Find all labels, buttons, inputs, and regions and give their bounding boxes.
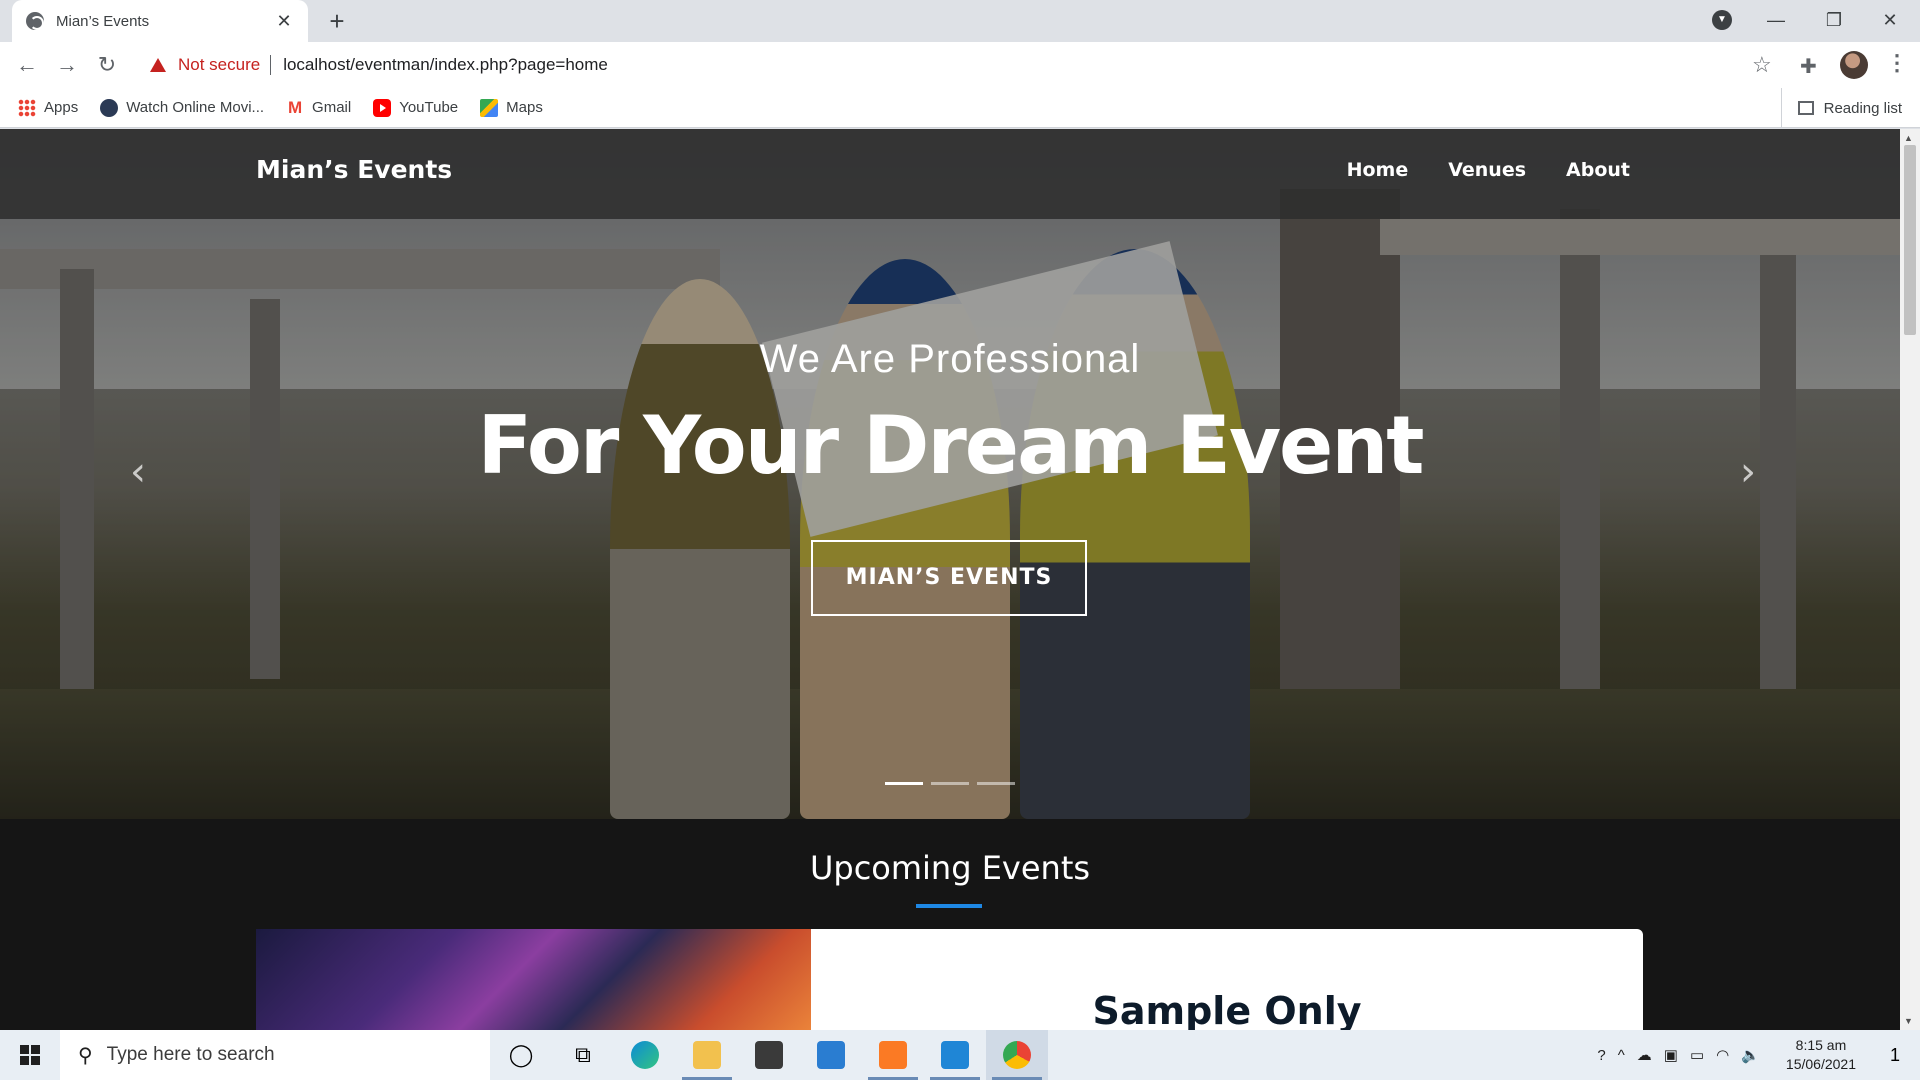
vscode-icon[interactable] bbox=[924, 1030, 986, 1080]
wifi-icon[interactable]: ◠ bbox=[1716, 1046, 1729, 1064]
browser-menu-icon[interactable]: ⋮ bbox=[1886, 50, 1908, 76]
bookmark-youtube[interactable]: YouTube bbox=[373, 98, 459, 117]
start-button[interactable] bbox=[0, 1030, 60, 1080]
task-view-icon[interactable]: ⧉ bbox=[552, 1030, 614, 1080]
taskbar-search-placeholder: Type here to search bbox=[106, 1044, 275, 1065]
hero-kicker: We Are Professional bbox=[759, 337, 1141, 381]
carousel-prev-arrow[interactable]: ‹ bbox=[130, 449, 146, 495]
globe-icon bbox=[26, 12, 44, 30]
carousel-indicator[interactable] bbox=[977, 782, 1015, 785]
nav-venues-link[interactable]: Venues bbox=[1448, 159, 1526, 181]
site-brand[interactable]: Mian’s Events bbox=[256, 155, 452, 184]
event-card-image[interactable] bbox=[256, 929, 811, 1030]
bookmark-label: Gmail bbox=[312, 99, 352, 116]
file-explorer-icon[interactable] bbox=[676, 1030, 738, 1080]
nav-about-link[interactable]: About bbox=[1566, 159, 1630, 181]
carousel-next-arrow[interactable]: › bbox=[1740, 449, 1756, 495]
browser-tabstrip: Mian’s Events ✕ + ▼ — ❐ ✕ bbox=[0, 0, 1920, 42]
section-title-underline bbox=[916, 904, 982, 908]
hero-carousel: Mian’s Events Home Venues About We Are P… bbox=[0, 129, 1900, 819]
gmail-icon: M bbox=[287, 97, 303, 117]
youtube-icon bbox=[373, 98, 392, 117]
extensions-icon[interactable]: ✚ bbox=[1800, 54, 1817, 79]
cortana-icon[interactable]: ◯ bbox=[490, 1030, 552, 1080]
clock-date: 15/06/2021 bbox=[1785, 1056, 1856, 1072]
bookmark-label: Watch Online Movi... bbox=[126, 99, 265, 116]
profile-avatar[interactable] bbox=[1840, 51, 1868, 79]
watch-icon bbox=[100, 98, 119, 117]
minimize-button[interactable]: — bbox=[1756, 4, 1796, 36]
taskbar-clock[interactable]: 8:15 am 15/06/2021 bbox=[1786, 1036, 1856, 1074]
windows-logo-icon bbox=[20, 1045, 40, 1065]
windows-taskbar: ⚲ Type here to search ◯ ⧉ ? ^ ☁ ▣ ▭ ◠ 🔈 … bbox=[0, 1030, 1920, 1080]
notification-count: 1 bbox=[1889, 1044, 1900, 1065]
back-button[interactable]: ← bbox=[12, 50, 42, 80]
search-icon: ⚲ bbox=[78, 1044, 93, 1067]
help-icon[interactable]: ? bbox=[1597, 1047, 1605, 1064]
tab-close-button[interactable]: ✕ bbox=[274, 11, 294, 32]
scrollbar-thumb[interactable] bbox=[1904, 145, 1916, 335]
bookmark-label: Maps bbox=[506, 99, 543, 116]
reading-list-label: Reading list bbox=[1823, 99, 1902, 117]
bookmark-apps[interactable]: Apps bbox=[18, 98, 79, 117]
bookmark-label: Apps bbox=[44, 99, 79, 116]
address-bar[interactable]: Not secure localhost/eventman/index.php?… bbox=[138, 48, 1778, 82]
tab-title: Mian’s Events bbox=[56, 12, 150, 30]
bookmarks-bar: Apps Watch Online Movi... M Gmail YouTub… bbox=[0, 88, 1920, 128]
clock-time: 8:15 am bbox=[1795, 1037, 1847, 1053]
notification-center-icon[interactable]: 1 bbox=[1870, 1030, 1920, 1080]
site-nav: Home Venues About bbox=[1307, 159, 1630, 181]
omnibox-separator bbox=[270, 55, 272, 75]
page-scrollbar[interactable]: ▲ ▼ bbox=[1900, 129, 1920, 1030]
chevron-up-icon[interactable]: ^ bbox=[1618, 1047, 1625, 1064]
hero-cta-button[interactable]: MIAN’S EVENTS bbox=[811, 540, 1087, 616]
bookmark-star-icon[interactable]: ☆ bbox=[1752, 52, 1772, 78]
security-center-icon[interactable]: ▣ bbox=[1664, 1046, 1678, 1064]
reload-button[interactable]: ↻ bbox=[92, 50, 122, 80]
security-label[interactable]: Not secure bbox=[178, 55, 260, 75]
url-text[interactable]: localhost/eventman/index.php?page=home bbox=[283, 55, 608, 75]
edge-icon[interactable] bbox=[614, 1030, 676, 1080]
carousel-indicators bbox=[885, 782, 1023, 785]
bookmark-gmail[interactable]: M Gmail bbox=[286, 97, 352, 117]
battery-icon[interactable]: ▭ bbox=[1690, 1046, 1704, 1064]
restore-button[interactable]: ❐ bbox=[1814, 4, 1854, 36]
bookmark-label: YouTube bbox=[399, 99, 459, 116]
mail-icon[interactable] bbox=[800, 1030, 862, 1080]
bookmark-watch-online[interactable]: Watch Online Movi... bbox=[100, 98, 265, 117]
browser-tab[interactable]: Mian’s Events ✕ bbox=[12, 0, 308, 42]
taskbar-search[interactable]: ⚲ Type here to search bbox=[60, 1030, 490, 1080]
system-tray: ? ^ ☁ ▣ ▭ ◠ 🔈 8:15 am 15/06/2021 1 bbox=[1597, 1030, 1920, 1080]
browser-toolbar: ← → ↻ Not secure localhost/eventman/inde… bbox=[0, 42, 1920, 88]
reading-list-icon bbox=[1797, 101, 1814, 115]
carousel-indicator[interactable] bbox=[931, 782, 969, 785]
forward-button[interactable]: → bbox=[52, 50, 82, 80]
bookmark-maps[interactable]: Maps bbox=[480, 98, 543, 117]
volume-icon[interactable]: 🔈 bbox=[1741, 1046, 1760, 1064]
hero-headline: For Your Dream Event bbox=[477, 399, 1424, 492]
new-tab-button[interactable]: + bbox=[322, 6, 352, 36]
tab-search-icon[interactable]: ▼ bbox=[1712, 10, 1732, 30]
nav-home-link[interactable]: Home bbox=[1347, 159, 1409, 181]
maps-icon bbox=[480, 98, 499, 117]
site-navbar: Mian’s Events Home Venues About bbox=[0, 129, 1900, 219]
apps-icon bbox=[18, 98, 36, 117]
section-title: Upcoming Events bbox=[809, 849, 1091, 887]
onedrive-icon[interactable]: ☁ bbox=[1637, 1046, 1652, 1064]
carousel-indicator[interactable] bbox=[885, 782, 923, 785]
scroll-up-icon[interactable]: ▲ bbox=[1904, 133, 1913, 143]
close-window-button[interactable]: ✕ bbox=[1870, 4, 1910, 36]
event-card-title: Sample Only bbox=[1092, 989, 1362, 1030]
chrome-icon[interactable] bbox=[986, 1030, 1048, 1080]
xampp-icon[interactable] bbox=[862, 1030, 924, 1080]
store-icon[interactable] bbox=[738, 1030, 800, 1080]
reading-list-button[interactable]: Reading list bbox=[1780, 88, 1902, 128]
page-viewport: Mian’s Events Home Venues About We Are P… bbox=[0, 129, 1920, 1030]
scroll-down-icon[interactable]: ▼ bbox=[1904, 1016, 1913, 1026]
warning-icon bbox=[150, 58, 166, 72]
event-card: Sample Only bbox=[811, 929, 1643, 1030]
